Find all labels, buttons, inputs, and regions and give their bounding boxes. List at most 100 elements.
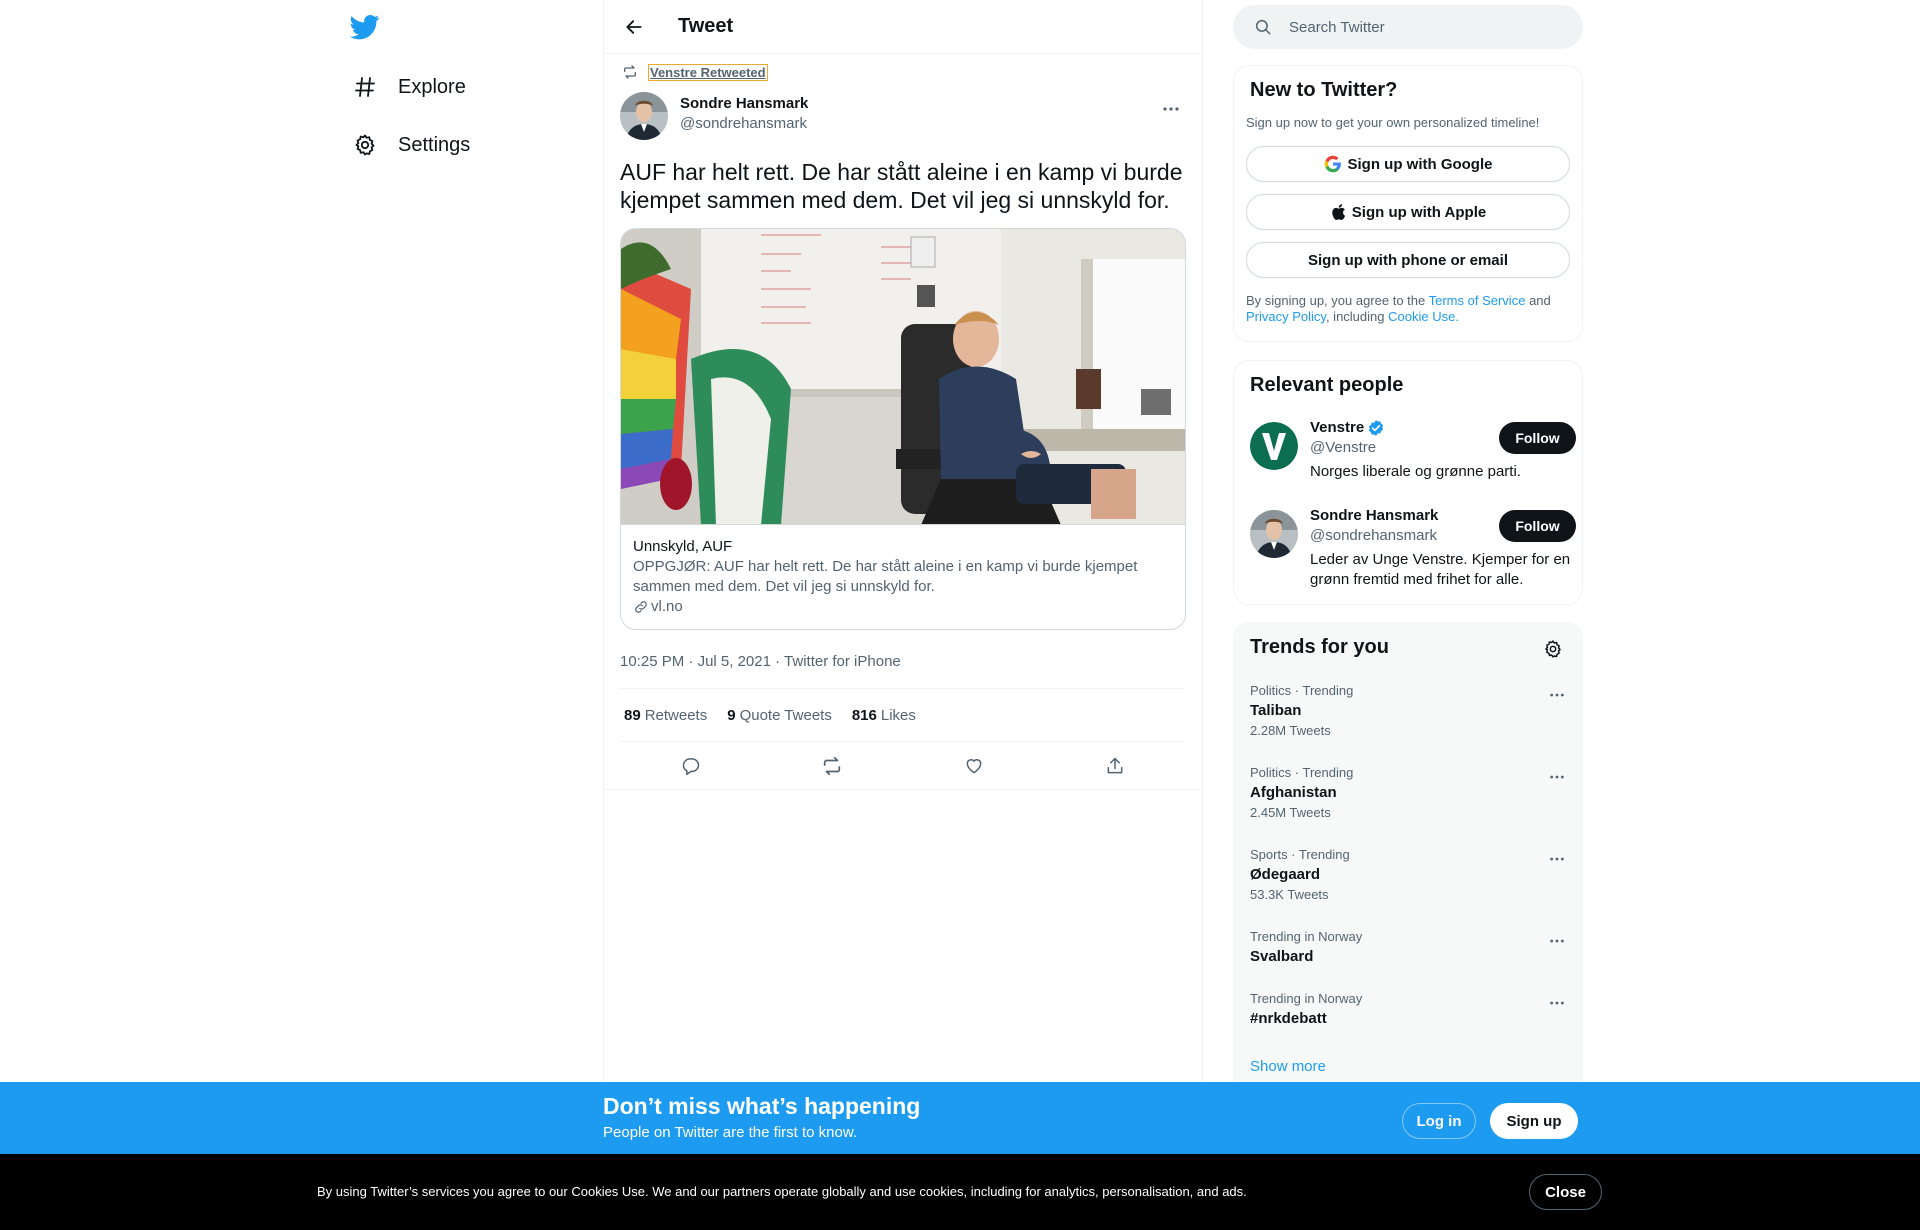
nav-explore[interactable]: Explore [352, 67, 466, 107]
new-to-twitter-subtitle: Sign up now to get your own personalized… [1246, 115, 1540, 130]
verified-badge-icon [1369, 420, 1384, 436]
trend-name: #nrkdebatt [1250, 1010, 1327, 1027]
apple-icon [1330, 203, 1346, 221]
link-card-image [621, 229, 1185, 525]
retweet-button[interactable] [814, 748, 850, 784]
more-options-button[interactable] [1156, 94, 1186, 124]
tweet-timestamp: 10:25 PM · Jul 5, 2021 · Twitter for iPh… [620, 650, 1186, 674]
avatar[interactable] [1250, 510, 1298, 558]
trend-count: 53.3K Tweets [1250, 887, 1329, 902]
login-prompt-subtitle: People on Twitter are the first to know. [603, 1124, 858, 1141]
retweet-icon [824, 756, 841, 775]
likes-stat[interactable]: 816 Likes [852, 707, 916, 724]
trend-item[interactable]: Trending in Norway Svalbard [1234, 929, 1582, 967]
person-name[interactable]: Venstre [1310, 418, 1385, 438]
link-icon [635, 601, 647, 613]
retweets-count: 89 [624, 706, 641, 724]
trend-more-button[interactable] [1542, 847, 1572, 871]
reply-button[interactable] [673, 748, 709, 784]
trend-item[interactable]: Politics · Trending Taliban 2.28M Tweets [1234, 683, 1582, 739]
share-button[interactable] [1097, 748, 1133, 784]
avatar[interactable] [1250, 422, 1298, 470]
person-handle[interactable]: @sondrehansmark [1310, 526, 1437, 546]
quote-tweets-stat[interactable]: 9 Quote Tweets [727, 707, 832, 724]
retweets-stat[interactable]: 89 Retweets [624, 707, 707, 724]
cookie-close-button[interactable]: Close [1529, 1174, 1602, 1210]
author-handle[interactable]: @sondrehansmark [680, 114, 808, 134]
page-title: Tweet [678, 15, 734, 37]
login-prompt-title: Don’t miss what’s happening [603, 1093, 921, 1119]
page-header: Tweet [604, 0, 1202, 54]
back-button[interactable] [614, 7, 654, 47]
relevant-people-panel: Relevant people Venstre @Venstre Norges … [1233, 360, 1583, 605]
tweet-date[interactable]: Jul 5, 2021 [698, 653, 771, 670]
more-horizontal-icon [1550, 1001, 1564, 1005]
more-horizontal-icon [1550, 693, 1564, 697]
nav-explore-label: Explore [398, 75, 466, 98]
signup-button[interactable]: Sign up [1490, 1103, 1578, 1139]
heart-icon [966, 758, 982, 773]
search-box [1233, 5, 1583, 49]
privacy-policy-link[interactable]: Privacy Policy [1246, 309, 1326, 324]
trend-meta: Politics · Trending [1250, 683, 1354, 698]
trend-name: Svalbard [1250, 948, 1314, 965]
cookie-use-link[interactable]: Cookie Use. [1388, 309, 1459, 324]
like-button[interactable] [956, 748, 992, 784]
trend-more-button[interactable] [1542, 929, 1572, 953]
google-icon [1324, 155, 1342, 173]
link-card-domain: vl.no [633, 597, 1173, 617]
retweet-icon [620, 64, 640, 80]
show-more-link[interactable]: Show more [1250, 1058, 1326, 1075]
person-handle[interactable]: @Venstre [1310, 438, 1376, 458]
follow-button[interactable]: Follow [1499, 422, 1576, 454]
trend-meta: Sports · Trending [1250, 847, 1350, 862]
person-bio: Norges liberale og grønne parti. [1310, 463, 1521, 480]
trend-meta: Trending in Norway [1250, 929, 1363, 944]
terms-of-service-link[interactable]: Terms of Service [1429, 293, 1526, 308]
link-card-domain-text: vl.no [651, 598, 683, 615]
trends-settings-button[interactable] [1538, 634, 1568, 664]
quote-tweets-count: 9 [727, 706, 736, 724]
quote-tweets-label: Quote Tweets [739, 706, 832, 724]
more-horizontal-icon [1163, 107, 1179, 111]
signup-apple-label: Sign up with Apple [1351, 203, 1487, 221]
legal-text-2: and [1529, 293, 1551, 308]
trends-title: Trends for you [1250, 636, 1389, 658]
retweets-label: Retweets [644, 706, 708, 724]
trend-item[interactable]: Sports · Trending Ødegaard 53.3K Tweets [1234, 847, 1582, 903]
trend-more-button[interactable] [1542, 683, 1572, 707]
link-card-title: Unnskyld, AUF [633, 538, 733, 555]
relevant-people-title: Relevant people [1250, 374, 1404, 396]
tweet-time[interactable]: 10:25 PM [620, 653, 684, 670]
avatar[interactable] [620, 92, 668, 140]
tweet-source[interactable]: Twitter for iPhone [784, 653, 901, 670]
login-button[interactable]: Log in [1402, 1103, 1476, 1139]
signup-phone-email-button[interactable]: Sign up with phone or email [1246, 242, 1570, 278]
nav-settings-label: Settings [398, 133, 471, 156]
tweet-stats: 89 Retweets 9 Quote Tweets 816 Likes [620, 689, 1186, 742]
follow-button[interactable]: Follow [1499, 510, 1576, 542]
meta-separator: · [775, 653, 781, 670]
share-icon [1107, 757, 1123, 773]
likes-count: 816 [851, 706, 877, 724]
twitter-bird-icon[interactable] [349, 12, 380, 42]
tweet: Venstre Retweeted Sondre Hansmark @sondr… [604, 62, 1202, 790]
trend-item[interactable]: Trending in Norway #nrkdebatt [1234, 991, 1582, 1029]
link-card[interactable]: Unnskyld, AUF OPPGJØR: AUF har helt rett… [620, 228, 1186, 630]
retweeted-by-link[interactable]: Venstre Retweeted [648, 63, 768, 81]
signup-apple-button[interactable]: Sign up with Apple [1246, 194, 1570, 230]
trend-more-button[interactable] [1542, 765, 1572, 789]
person-name-text: Venstre [1310, 419, 1365, 436]
signup-google-button[interactable]: Sign up with Google [1246, 146, 1570, 182]
trend-count: 2.45M Tweets [1250, 805, 1331, 820]
arrow-left-icon [626, 19, 642, 34]
trend-name: Afghanistan [1250, 784, 1337, 801]
search-input[interactable] [1289, 18, 1549, 36]
trend-more-button[interactable] [1542, 991, 1572, 1015]
main-column: Tweet Venstre Retweeted Sondre Hansmark … [603, 0, 1203, 1230]
author-name[interactable]: Sondre Hansmark [680, 94, 808, 114]
nav-settings[interactable]: Settings [352, 125, 470, 165]
person-name[interactable]: Sondre Hansmark [1310, 506, 1438, 526]
hashtag-icon [352, 74, 378, 100]
trend-item[interactable]: Politics · Trending Afghanistan 2.45M Tw… [1234, 765, 1582, 821]
